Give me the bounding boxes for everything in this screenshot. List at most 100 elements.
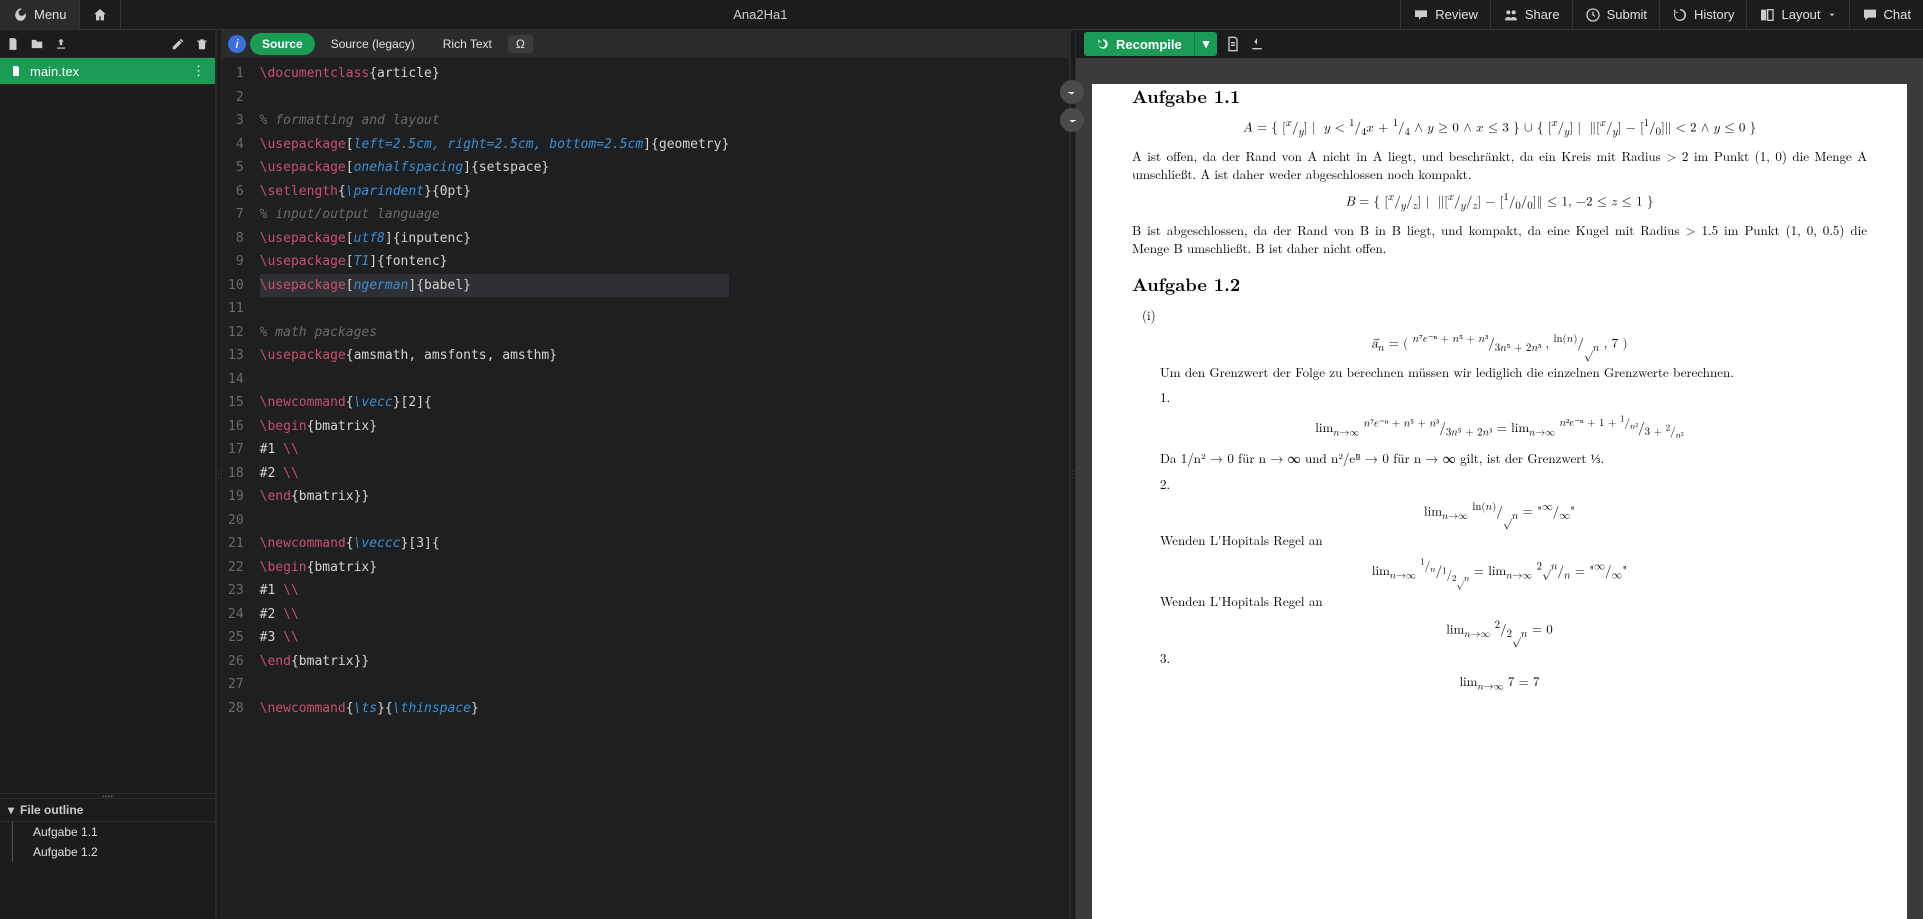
code-line[interactable]: \setlength{\parindent}{0pt} [260, 180, 730, 204]
code-line[interactable]: \newcommand{\vecc}[2]{ [260, 391, 730, 415]
pdf-math-lim3: lim𝑛→∞ 7 = 7 [1132, 675, 1867, 693]
pdf-heading-1-1: Aufgabe 1.1 [1132, 84, 1867, 109]
outline-item-2[interactable]: Aufgabe 1.2 [12, 842, 215, 862]
code-line[interactable]: \documentclass{article} [260, 62, 730, 86]
pdf-math-an: a⃗𝑛 = ( 𝑛⁷𝑒⁻ⁿ + 𝑛⁵ + 𝑛³⁄3𝑛⁵ + 2𝑛³ , ln(𝑛… [1132, 332, 1867, 355]
history-icon [1672, 7, 1688, 23]
submit-button[interactable]: Submit [1572, 0, 1659, 29]
code-line[interactable] [260, 368, 730, 392]
menu-button[interactable]: Menu [0, 0, 80, 29]
recompile-button[interactable]: Recompile ▾ [1084, 32, 1217, 56]
pdf-enum-1: 1. [1160, 387, 1867, 406]
pdf-page-content: Aufgabe 1.1 A = { [𝑥⁄𝑦] | 𝑦 < 1⁄4𝑥 + 1⁄4… [1092, 84, 1907, 919]
rename-icon[interactable] [171, 37, 185, 51]
editor-panel: i Source Source (legacy) Rich Text Ω 123… [222, 30, 1070, 919]
home-icon [92, 7, 108, 23]
info-button[interactable]: i [228, 35, 246, 53]
pdf-enum-3: 3. [1160, 648, 1867, 667]
code-line[interactable]: \newcommand{\ts}{\thinspace} [260, 697, 730, 721]
pdf-text-lim1: Da 1/n² → 0 für n → ∞ und n²/eⁿ → 0 für … [1160, 449, 1867, 467]
tab-source-legacy[interactable]: Source (legacy) [319, 33, 427, 55]
upload-icon[interactable] [54, 37, 68, 51]
code-line[interactable]: \usepackage{amsmath, amsfonts, amsthm} [260, 344, 730, 368]
code-line[interactable]: #1 \\ [260, 438, 730, 462]
download-icon[interactable] [1249, 36, 1265, 52]
go-to-pdf-button[interactable] [1060, 80, 1084, 104]
code-line[interactable]: \usepackage[ngerman]{babel} [260, 274, 730, 298]
pdf-enum-2: 2. [1160, 474, 1867, 493]
recompile-icon [1096, 37, 1110, 51]
overleaf-icon [12, 7, 28, 23]
code-line[interactable] [260, 297, 730, 321]
tab-rich-text[interactable]: Rich Text [431, 33, 504, 55]
history-button[interactable]: History [1659, 0, 1746, 29]
layout-icon [1759, 7, 1775, 23]
code-line[interactable]: \newcommand{\veccc}[3]{ [260, 532, 730, 556]
code-line[interactable]: #2 \\ [260, 462, 730, 486]
pdf-text-A: A ist offen, da der Rand von A nicht in … [1132, 147, 1867, 183]
project-title: Ana2Ha1 [733, 7, 787, 22]
file-item-menu-icon[interactable]: ⋮ [192, 63, 205, 79]
code-line[interactable] [260, 673, 730, 697]
code-line[interactable] [260, 509, 730, 533]
code-line[interactable]: % math packages [260, 321, 730, 345]
chat-button[interactable]: Chat [1849, 0, 1923, 29]
chat-icon [1862, 7, 1878, 23]
code-line[interactable]: \end{bmatrix}} [260, 485, 730, 509]
share-button[interactable]: Share [1490, 0, 1572, 29]
delete-icon[interactable] [195, 37, 209, 51]
file-outline-label: File outline [20, 803, 83, 817]
code-line[interactable]: #3 \\ [260, 626, 730, 650]
code-line[interactable]: \usepackage[left=2.5cm, right=2.5cm, bot… [260, 133, 730, 157]
pdf-text-B: B ist abgeschlossen, da der Rand von B i… [1132, 221, 1867, 257]
file-tree: main.tex ⋮ [0, 58, 215, 793]
file-icon [10, 65, 22, 77]
home-button[interactable] [80, 0, 121, 29]
chat-label: Chat [1884, 7, 1911, 22]
logs-icon[interactable] [1225, 36, 1241, 52]
share-label: Share [1525, 7, 1560, 22]
tab-source[interactable]: Source [250, 33, 315, 55]
pdf-math-lim2: lim𝑛→∞ ln(𝑛)⁄√𝑛 = "∞⁄∞" [1132, 501, 1867, 523]
file-outline-toggle[interactable]: ▾ File outline [0, 799, 215, 822]
editor-mode-tabs: i Source Source (legacy) Rich Text Ω [222, 30, 1069, 58]
code-line[interactable]: #1 \\ [260, 579, 730, 603]
pdf-math-lim1: lim𝑛→∞ 𝑛⁷𝑒⁻ⁿ + 𝑛⁵ + 𝑛³⁄3𝑛⁵ + 2𝑛³ = lim𝑛→… [1132, 414, 1867, 442]
review-button[interactable]: Review [1400, 0, 1490, 29]
code-editor[interactable]: 1234567891011121314151617181920212223242… [222, 58, 1069, 919]
code-line[interactable]: \usepackage[onehalfspacing]{setspace} [260, 156, 730, 180]
review-label: Review [1435, 7, 1478, 22]
file-item-main-tex[interactable]: main.tex ⋮ [0, 58, 215, 84]
go-to-code-button[interactable] [1060, 108, 1084, 132]
share-icon [1503, 7, 1519, 23]
code-line[interactable]: \begin{bmatrix} [260, 556, 730, 580]
preview-toolbar: Recompile ▾ [1076, 30, 1923, 58]
code-line[interactable]: \usepackage[utf8]{inputenc} [260, 227, 730, 251]
layout-label: Layout [1781, 7, 1820, 22]
new-folder-icon[interactable] [30, 37, 44, 51]
pdf-math-lim2c: lim𝑛→∞ 2⁄2√𝑛 = 0 [1132, 619, 1867, 641]
file-panel: main.tex ⋮ •••• ▾ File outline Aufgabe 1… [0, 30, 216, 919]
code-content[interactable]: \documentclass{article} % formatting and… [254, 58, 736, 919]
recompile-dropdown[interactable]: ▾ [1194, 32, 1218, 56]
code-line[interactable]: % formatting and layout [260, 109, 730, 133]
center-splitter[interactable]: ⋮ [1070, 30, 1076, 919]
code-line[interactable] [260, 86, 730, 110]
pdf-preview-panel: Recompile ▾ Aufgabe 1.1 A = { [𝑥⁄𝑦] | 𝑦 … [1076, 30, 1923, 919]
pdf-viewport[interactable]: Aufgabe 1.1 A = { [𝑥⁄𝑦] | 𝑦 < 1⁄4𝑥 + 1⁄4… [1076, 58, 1923, 919]
code-line[interactable]: \end{bmatrix}} [260, 650, 730, 674]
tab-special-chars[interactable]: Ω [508, 35, 533, 53]
code-line[interactable]: % input/output language [260, 203, 730, 227]
submit-icon [1585, 7, 1601, 23]
review-icon [1413, 7, 1429, 23]
pdf-math-A: A = { [𝑥⁄𝑦] | 𝑦 < 1⁄4𝑥 + 1⁄4 ∧ 𝑦 ≥ 0 ∧ 𝑥… [1132, 117, 1867, 139]
code-line[interactable]: \usepackage[T1]{fontenc} [260, 250, 730, 274]
layout-button[interactable]: Layout [1746, 0, 1848, 29]
code-line[interactable]: \begin{bmatrix} [260, 415, 730, 439]
file-outline: ▾ File outline Aufgabe 1.1 Aufgabe 1.2 [0, 799, 215, 919]
new-file-icon[interactable] [6, 37, 20, 51]
code-line[interactable]: #2 \\ [260, 603, 730, 627]
pdf-gw-intro: Um den Grenzwert der Folge zu berechnen … [1160, 363, 1867, 381]
chevron-down-icon: ▾ [8, 803, 14, 817]
outline-item-1[interactable]: Aufgabe 1.1 [12, 822, 215, 842]
